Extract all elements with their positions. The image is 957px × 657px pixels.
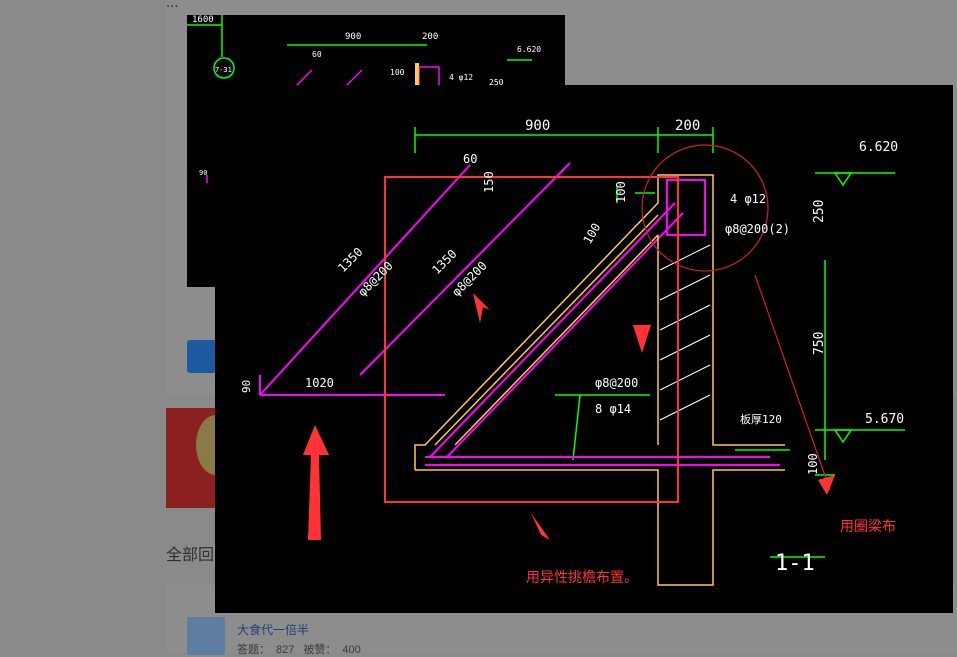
dim-100-diag: 100 xyxy=(580,221,603,247)
user-stats: 答题： 827 被赞： 400 xyxy=(237,641,367,657)
rebar-1350-a: 1350 xyxy=(335,245,365,275)
cad-text: 900 200 60 150 100 100 4 φ12 φ8@200(2) 6… xyxy=(240,118,904,576)
dim-250: 250 xyxy=(812,200,827,223)
thumb-dim-4phi12: 4 φ12 xyxy=(449,73,473,82)
elevation-marker-top xyxy=(833,172,853,187)
note-ring-beam: 用圈梁布 xyxy=(840,518,896,534)
dim-900: 900 xyxy=(525,118,550,134)
slab-note: 板厚120 xyxy=(740,412,782,426)
bar-4phi12: 4 φ12 xyxy=(730,192,766,206)
diag-stirrup: φ8@200 xyxy=(595,376,638,390)
diag-bars: 8 φ14 xyxy=(595,402,631,416)
user-avatar[interactable] xyxy=(187,617,225,655)
highlight-box xyxy=(384,176,679,503)
thumb-dim-60: 60 xyxy=(312,50,322,59)
dim-100-top: 100 xyxy=(614,181,628,203)
rebar-8at200-a: φ8@200 xyxy=(355,259,396,300)
arrow-down-right-icon xyxy=(818,475,835,495)
elev-5670: 5.670 xyxy=(865,412,904,427)
elevation-marker-bottom xyxy=(833,429,853,444)
annotation-notes: 用圈梁布 用异性挑檐布置。 xyxy=(526,518,896,585)
dim-60: 60 xyxy=(463,152,477,166)
enlarged-drawing[interactable]: 900 200 60 150 100 100 4 φ12 φ8@200(2) 6… xyxy=(215,85,953,613)
dim-200: 200 xyxy=(675,118,700,134)
all-answers-heading: 全部回 xyxy=(166,547,215,564)
rebar-1350-b: 1350 xyxy=(429,247,459,277)
arrow-down-icon xyxy=(633,325,651,353)
thumb-dim-900: 900 xyxy=(345,32,361,42)
thumb-dim-200: 200 xyxy=(422,32,438,42)
username-link[interactable]: 大食代一倍半 xyxy=(237,621,309,638)
thumb-tag-7-31-top: 7-31 xyxy=(215,66,232,74)
likes-count: 400 xyxy=(342,644,361,656)
arrow-up-icon xyxy=(303,425,329,540)
dim-750: 750 xyxy=(812,332,827,355)
thumb-dim-100: 100 xyxy=(390,68,405,77)
elev-6620: 6.620 xyxy=(859,140,898,155)
answers-count: 827 xyxy=(276,644,295,656)
dim-1020: 1020 xyxy=(305,376,334,390)
likes-label: 被赞： xyxy=(303,644,337,656)
note-special-eave: 用异性挑檐布置。 xyxy=(526,569,638,585)
answers-label: 答题： xyxy=(237,644,270,656)
dim-90: 90 xyxy=(240,380,253,393)
thumb-dim-90: 90 xyxy=(199,169,207,177)
arrow-diag-icon xyxy=(473,293,490,323)
section-drawing-svg: 900 200 60 150 100 100 4 φ12 φ8@200(2) 6… xyxy=(240,118,905,586)
dim-150: 150 xyxy=(482,171,496,193)
section-label: 1-1 xyxy=(775,551,815,576)
page-header-text: ... xyxy=(166,0,179,11)
rebar-lines xyxy=(259,162,780,466)
thumb-elev-6620: 6.620 xyxy=(517,45,541,54)
arrow-small-icon xyxy=(531,513,550,540)
dim-100-bottom: 100 xyxy=(806,453,820,475)
thumb-dim-1600-top: 1600 xyxy=(192,15,214,25)
stirrup-spec: φ8@200(2) xyxy=(725,222,790,236)
answer-button[interactable] xyxy=(187,340,217,373)
